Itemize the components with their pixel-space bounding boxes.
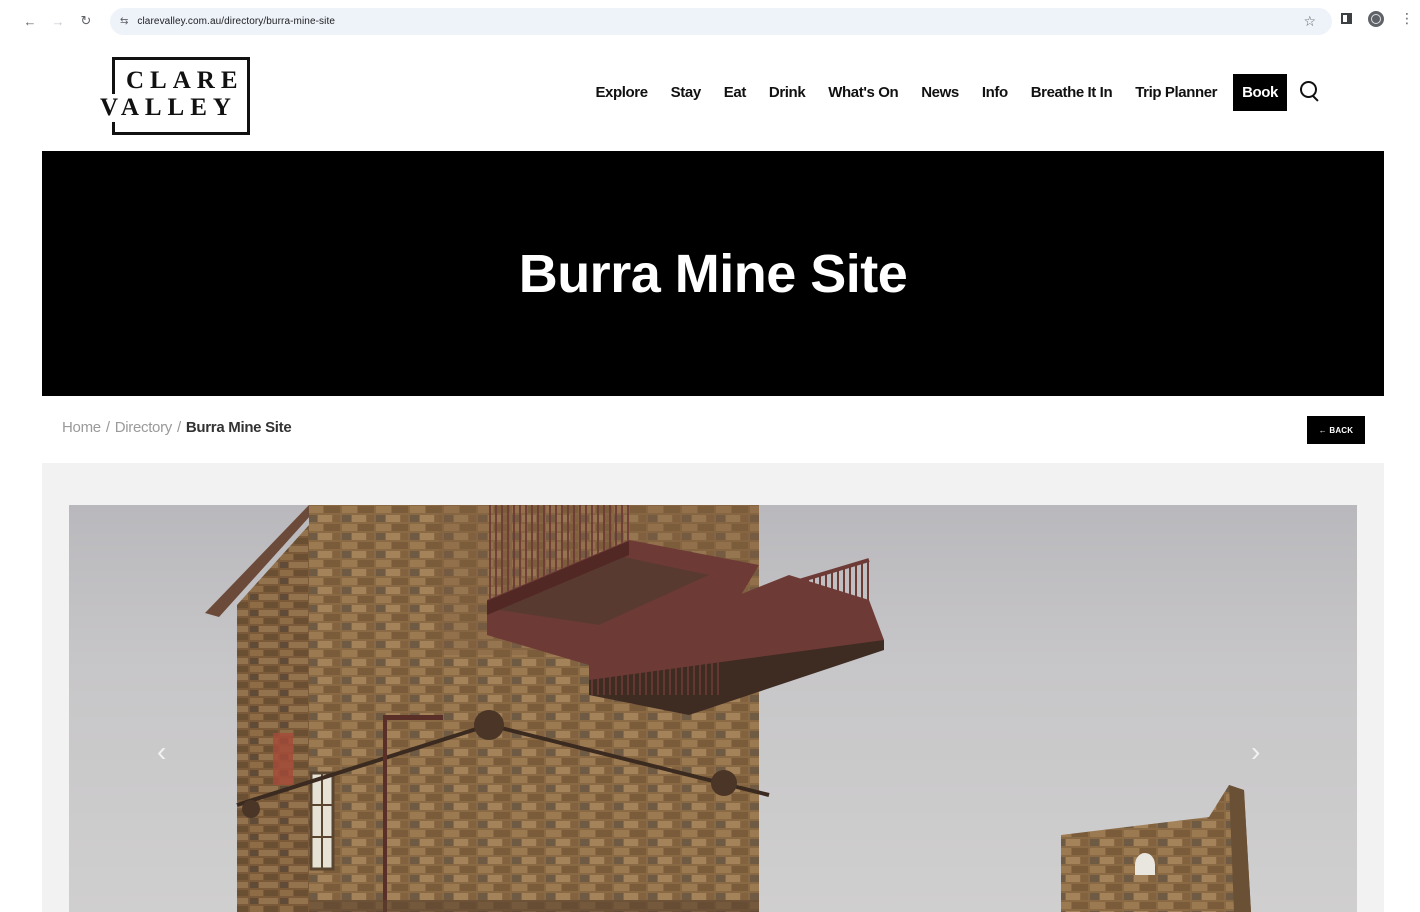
nav-explore[interactable]: Explore bbox=[595, 74, 648, 111]
back-arrow-icon[interactable]: ← bbox=[16, 7, 44, 35]
carousel-next-arrow[interactable]: › bbox=[1251, 737, 1260, 767]
nav-stay[interactable]: Stay bbox=[671, 74, 701, 111]
page-title: Burra Mine Site bbox=[518, 243, 908, 304]
breadcrumb-directory[interactable]: Directory bbox=[115, 419, 173, 436]
nav-info[interactable]: Info bbox=[982, 74, 1008, 111]
profile-globe-icon[interactable] bbox=[1368, 10, 1384, 27]
menu-kebab-icon[interactable]: ⋮ bbox=[1400, 10, 1414, 27]
site-settings-icon[interactable]: ⇆ bbox=[120, 16, 128, 27]
search-icon[interactable] bbox=[1300, 80, 1320, 101]
distant-ruin-tower bbox=[1061, 785, 1251, 912]
breadcrumb: Home / Directory / Burra Mine Site bbox=[62, 419, 292, 436]
browser-toolbar: ← → ↻ ⇆ clarevalley.com.au/directory/bur… bbox=[0, 0, 1420, 42]
carousel-prev-arrow[interactable]: ‹ bbox=[157, 737, 166, 767]
forward-arrow-icon[interactable]: → bbox=[44, 7, 72, 35]
hero-banner: Burra Mine Site bbox=[42, 151, 1384, 396]
breadcrumb-separator: / bbox=[105, 419, 110, 436]
bookmark-star-icon[interactable]: ☆ bbox=[1303, 13, 1316, 30]
breadcrumb-current: Burra Mine Site bbox=[185, 419, 292, 436]
side-panel-icon[interactable] bbox=[1341, 13, 1352, 24]
nav-news[interactable]: News bbox=[921, 74, 959, 111]
mine-site-photo bbox=[205, 505, 1251, 912]
nav-eat[interactable]: Eat bbox=[724, 74, 747, 111]
nav-whats-on[interactable]: What's On bbox=[828, 74, 898, 111]
image-carousel[interactable]: ‹ › bbox=[69, 505, 1357, 912]
site-header: CLARE VALLEY Explore Stay Eat Drink What… bbox=[16, 42, 1416, 150]
breadcrumb-separator: / bbox=[177, 419, 181, 436]
logo-line-2: VALLEY bbox=[98, 94, 239, 122]
nav-trip-planner[interactable]: Trip Planner bbox=[1135, 74, 1217, 111]
book-button[interactable]: Book bbox=[1233, 74, 1287, 111]
nav-breathe-it-in[interactable]: Breathe It In bbox=[1031, 74, 1113, 111]
nav-drink[interactable]: Drink bbox=[769, 74, 806, 111]
logo-line-1: CLARE bbox=[124, 67, 246, 95]
main-nav: Explore Stay Eat Drink What's On News In… bbox=[572, 74, 1320, 111]
breadcrumb-home[interactable]: Home bbox=[62, 419, 101, 436]
star-plate-2 bbox=[711, 770, 737, 796]
back-button[interactable]: ← BACK bbox=[1307, 416, 1365, 444]
reload-icon[interactable]: ↻ bbox=[72, 7, 100, 35]
clare-valley-logo[interactable]: CLARE VALLEY bbox=[98, 57, 250, 135]
address-bar[interactable]: ⇆ clarevalley.com.au/directory/burra-min… bbox=[110, 8, 1332, 35]
url-text[interactable]: clarevalley.com.au/directory/burra-mine-… bbox=[137, 16, 335, 27]
star-plate-1 bbox=[474, 710, 504, 740]
